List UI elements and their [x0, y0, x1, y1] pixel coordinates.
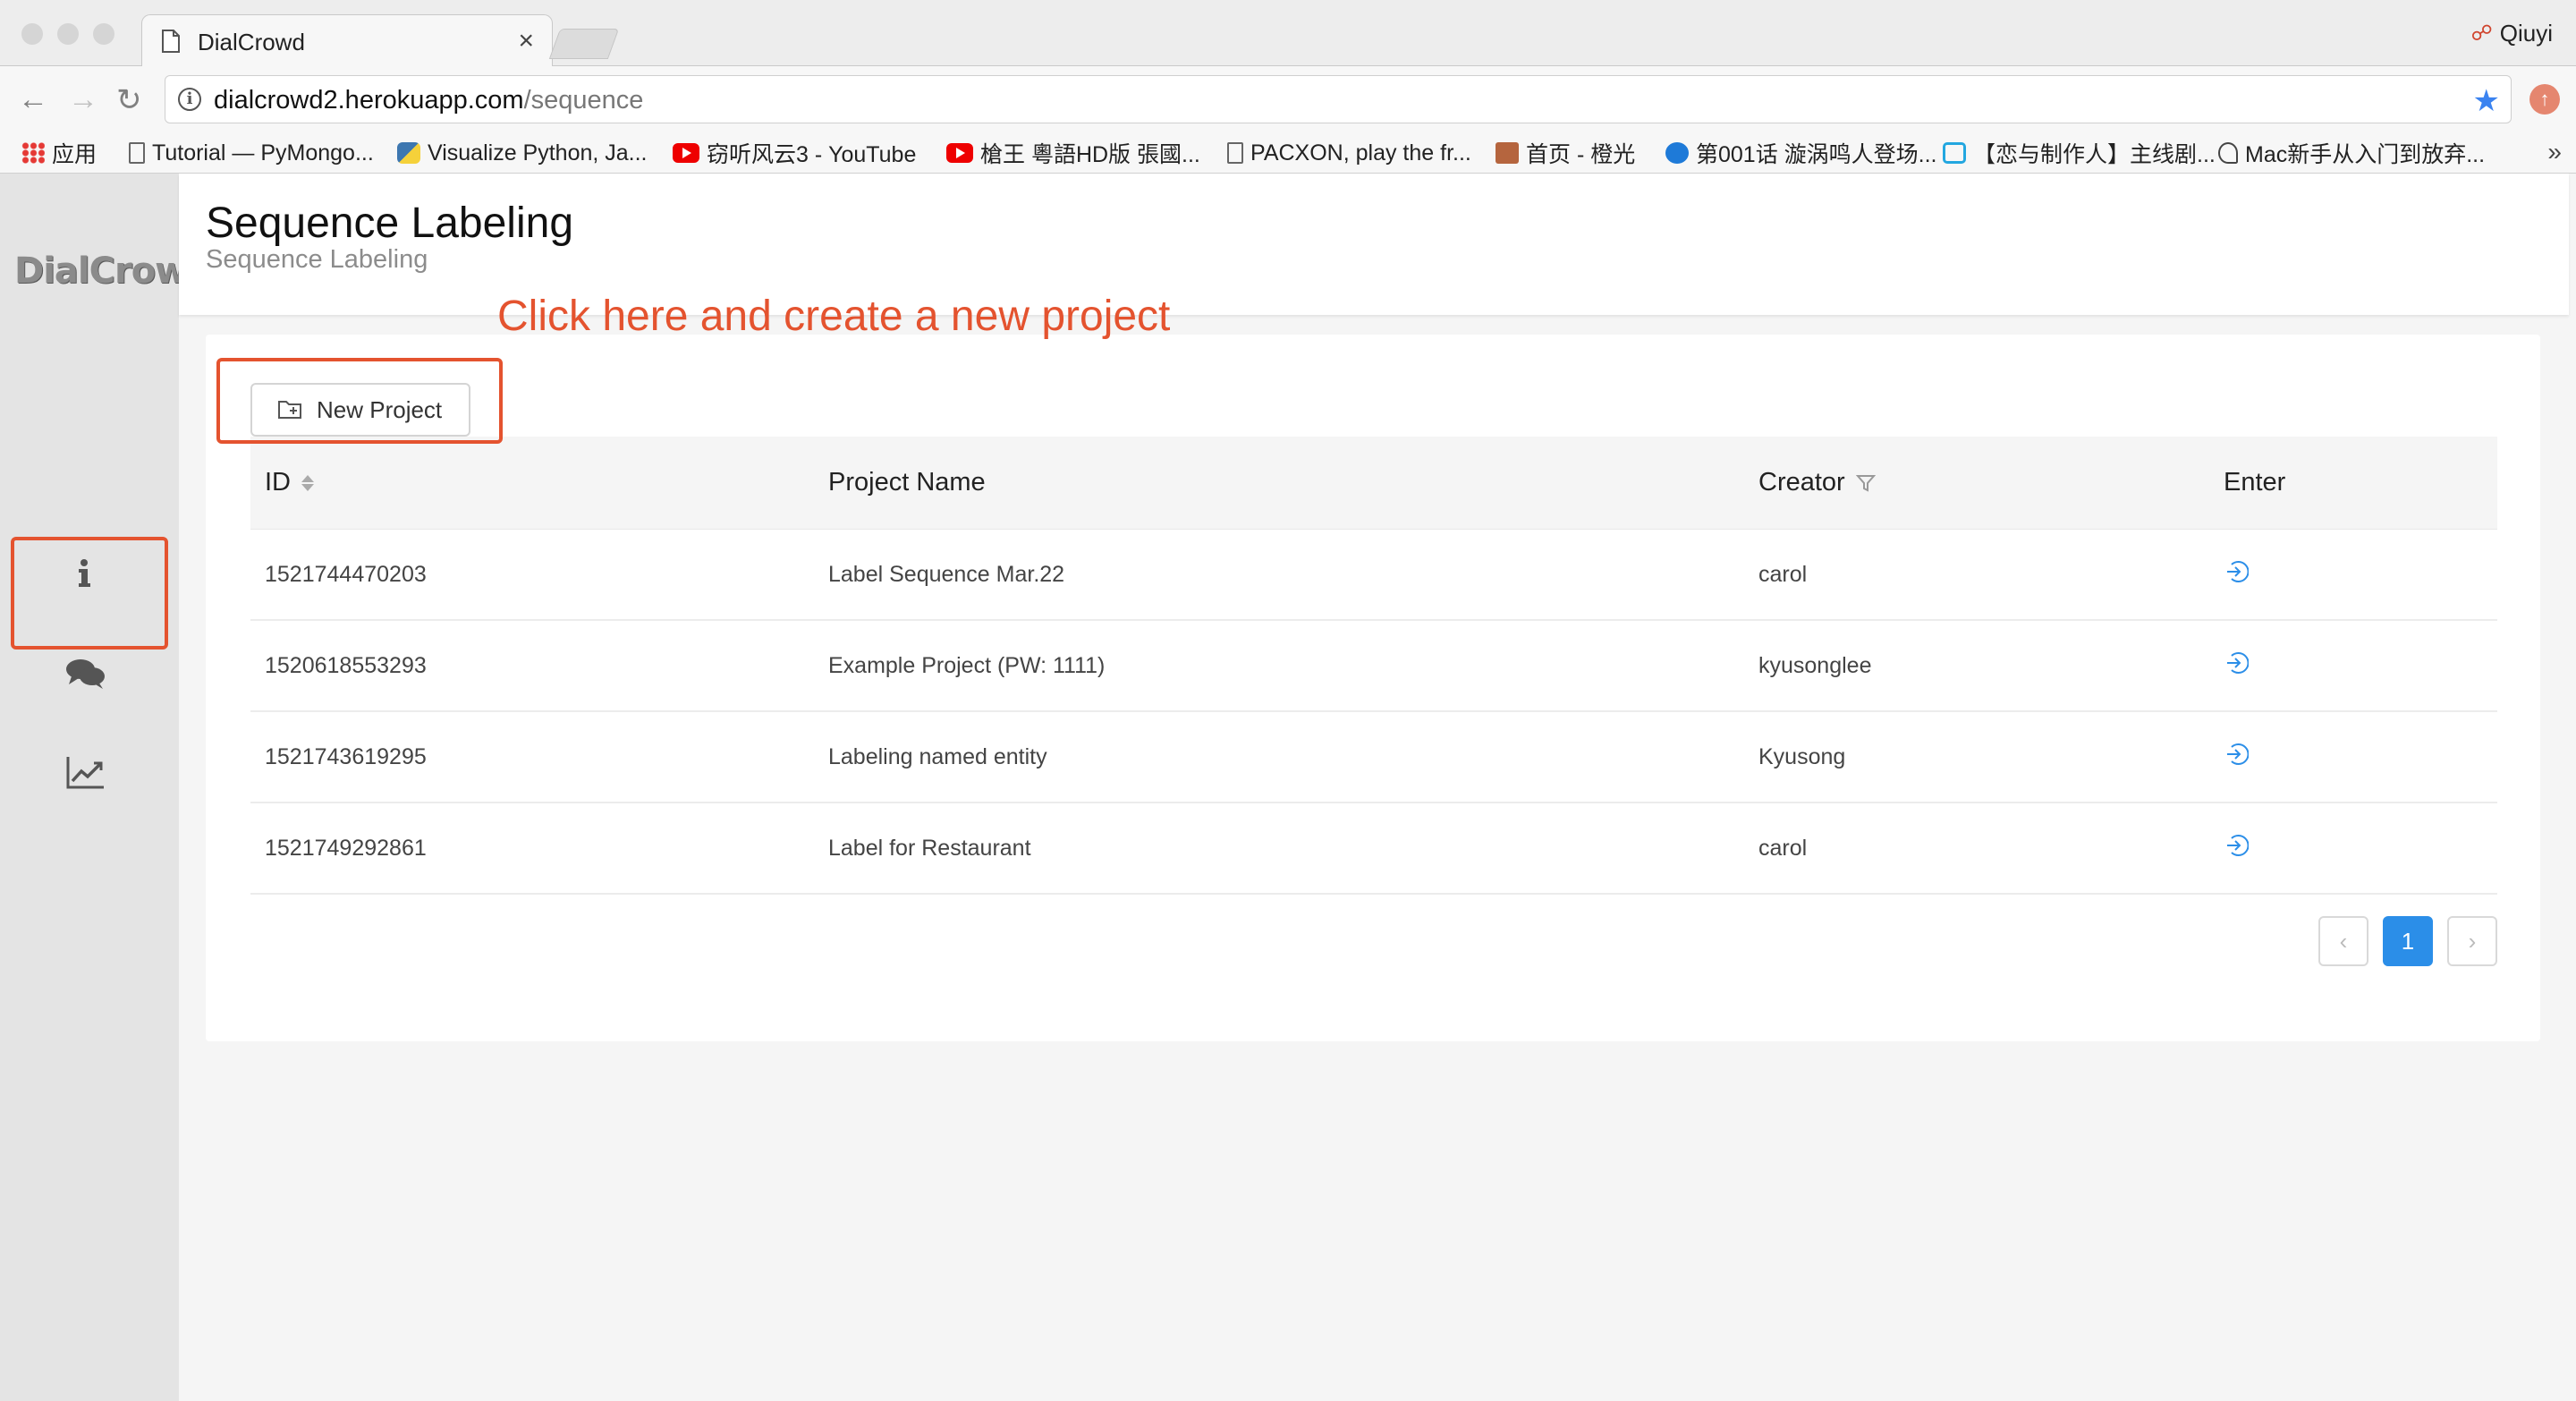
site-info-icon[interactable]: i — [178, 88, 201, 111]
cell-id: 1520618553293 — [265, 652, 427, 678]
tab-close-icon[interactable]: × — [518, 26, 534, 56]
more-bookmarks-icon[interactable]: » — [2547, 138, 2562, 166]
cell-id: 1521744470203 — [265, 561, 427, 587]
table-row: 1521743619295 Labeling named entity Kyus… — [250, 712, 2497, 803]
user-icon: ☍ — [2470, 21, 2493, 46]
document-icon — [129, 142, 145, 164]
column-header-enter: Enter — [2224, 468, 2286, 497]
line-chart-icon — [66, 757, 104, 789]
close-window-button[interactable] — [21, 23, 43, 45]
bilibili-icon — [1943, 142, 1966, 164]
browser-tab[interactable]: DialCrowd × — [141, 14, 553, 66]
youtube-icon — [946, 143, 973, 163]
bookmark-item[interactable]: 首页 - 橙光 — [1496, 136, 1635, 170]
column-header-creator: Creator — [1744, 468, 2209, 497]
login-arrow-icon — [2227, 743, 2250, 765]
page-1-button[interactable]: 1 — [2383, 916, 2433, 966]
enter-button[interactable] — [2209, 742, 2497, 773]
profile-name: Qiuyi — [2499, 20, 2553, 47]
column-header-id[interactable]: ID — [250, 468, 814, 497]
cell-project-name: Label for Restaurant — [828, 835, 1031, 861]
annotation-text: Click here and create a new project — [497, 293, 1171, 340]
bookmark-star-icon[interactable]: ★ — [2473, 83, 2500, 119]
new-tab-button[interactable] — [548, 29, 620, 59]
cell-creator: carol — [1758, 835, 1808, 861]
login-arrow-icon — [2227, 834, 2250, 856]
new-project-highlight-box — [216, 358, 503, 444]
cell-id: 1521749292861 — [265, 835, 427, 861]
document-icon — [1227, 142, 1243, 164]
browser-tab-bar: DialCrowd × ☍ Qiuyi — [0, 0, 2576, 66]
cell-creator: kyusonglee — [1758, 652, 1872, 678]
table-header: ID Project Name Creator Enter — [250, 437, 2497, 530]
sidebar-highlight-box — [11, 537, 168, 650]
pagination: ‹ 1 › — [2318, 916, 2497, 966]
cell-id: 1521743619295 — [265, 743, 427, 769]
url-text[interactable]: dialcrowd2.herokuapp.com/sequence — [214, 86, 643, 115]
enter-button[interactable] — [2209, 559, 2497, 590]
bookmark-item[interactable]: Mac新手从入门到放弃... — [2218, 136, 2485, 170]
forward-arrow-icon[interactable]: → — [68, 82, 98, 117]
avatar-icon — [1496, 142, 1519, 164]
bookmark-item[interactable]: 【恋与制作人】主线剧... — [1943, 136, 2216, 170]
extension-icon[interactable]: ↑ — [2529, 84, 2560, 115]
address-bar[interactable]: i dialcrowd2.herokuapp.com/sequence ★ — [165, 75, 2512, 123]
chat-icon — [66, 659, 105, 689]
enter-button[interactable] — [2209, 650, 2497, 682]
tab-title: DialCrowd — [198, 29, 305, 55]
bookmark-item[interactable]: Visualize Python, Ja... — [397, 136, 648, 170]
profile-button[interactable]: ☍ Qiuyi — [2470, 20, 2553, 47]
apps-grid-icon — [21, 142, 45, 164]
back-arrow-icon[interactable]: ← — [18, 82, 48, 117]
projects-card: New Project ID Project Name Creator Ente… — [206, 335, 2540, 1041]
table-row: 1520618553293 Example Project (PW: 1111)… — [250, 621, 2497, 712]
bookmark-item[interactable]: 应用 — [21, 136, 97, 170]
play-circle-icon — [1665, 142, 1689, 164]
table-row: 1521749292861 Label for Restaurant carol — [250, 803, 2497, 895]
bookmark-item[interactable]: 窃听风云3 - YouTube — [673, 136, 916, 170]
bookmark-item[interactable]: PACXON, play the fr... — [1227, 136, 1471, 170]
cell-project-name: Label Sequence Mar.22 — [828, 561, 1065, 587]
projects-table: ID Project Name Creator Enter 1521744470… — [250, 437, 2497, 895]
zoom-window-button[interactable] — [93, 23, 114, 45]
page-subtitle: Sequence Labeling — [206, 245, 428, 274]
login-arrow-icon — [2227, 651, 2250, 674]
sidebar: DialCrowd — [0, 174, 213, 1401]
youtube-icon — [673, 143, 699, 163]
sidebar-item-statistics[interactable] — [0, 723, 168, 821]
cell-creator: Kyusong — [1758, 743, 1846, 769]
bookmark-item[interactable]: 槍王 粵語HD版 張國... — [946, 136, 1200, 170]
bookmark-item[interactable]: Tutorial — PyMongo... — [129, 136, 374, 170]
enter-button[interactable] — [2209, 833, 2497, 864]
minimize-window-button[interactable] — [57, 23, 79, 45]
login-arrow-icon — [2227, 560, 2250, 582]
sketch-icon — [2218, 142, 2238, 164]
bookmarks-bar: 应用 Tutorial — PyMongo... Visualize Pytho… — [0, 132, 2576, 174]
cell-creator: carol — [1758, 561, 1808, 587]
reload-icon[interactable]: ↻ — [116, 82, 142, 118]
cell-project-name: Labeling named entity — [828, 743, 1047, 769]
document-icon — [162, 30, 180, 53]
app-root: DialCrowd Sequence Labeling Sequence Lab… — [0, 174, 2576, 1401]
bookmark-item[interactable]: 第001话 漩涡鸣人登场... — [1665, 136, 1937, 170]
python-icon — [397, 142, 420, 164]
next-page-button[interactable]: › — [2447, 916, 2497, 966]
column-header-project-name: Project Name — [828, 468, 986, 497]
prev-page-button[interactable]: ‹ — [2318, 916, 2368, 966]
browser-toolbar: ← → ↻ i dialcrowd2.herokuapp.com/sequenc… — [0, 66, 2576, 132]
sort-icon[interactable] — [301, 474, 314, 491]
filter-icon[interactable] — [1855, 473, 1876, 493]
page-title: Sequence Labeling — [206, 200, 574, 247]
cell-project-name: Example Project (PW: 1111) — [828, 652, 1106, 678]
table-row: 1521744470203 Label Sequence Mar.22 caro… — [250, 530, 2497, 621]
main-content: Sequence Labeling Sequence Labeling New … — [179, 174, 2576, 1401]
